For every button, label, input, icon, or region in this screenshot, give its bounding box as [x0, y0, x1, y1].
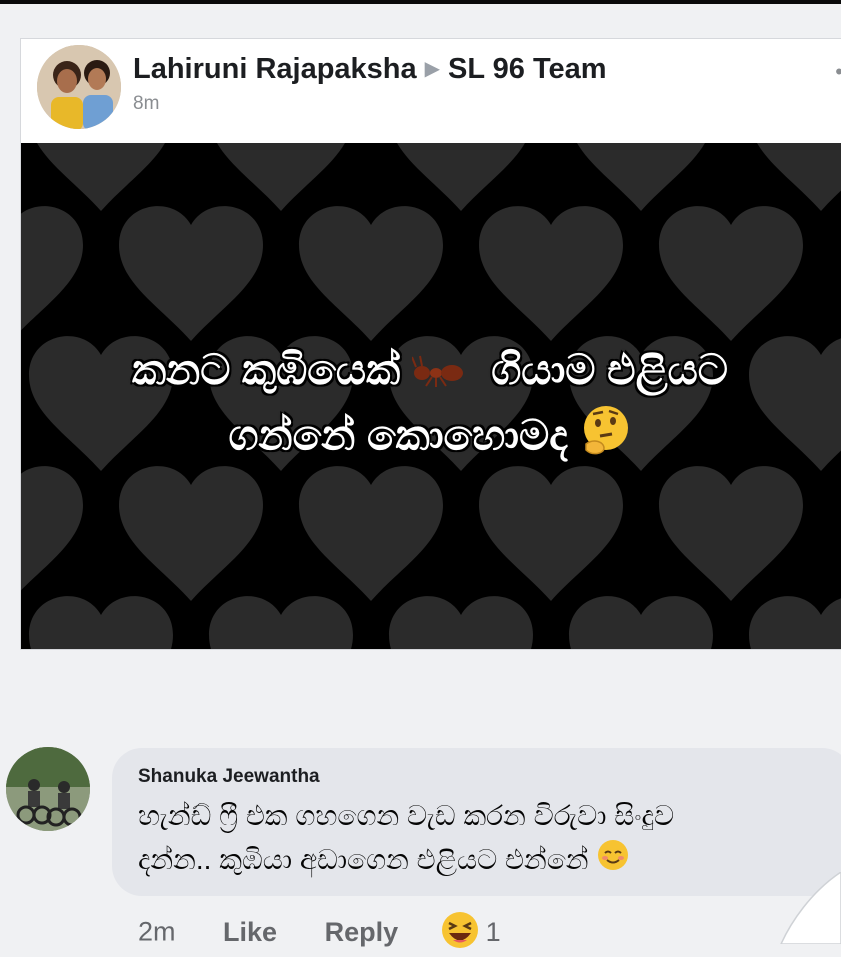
post-card: Lahiruni Rajapaksha ▶ SL 96 Team 8m • කනට … [20, 38, 841, 650]
ant-emoji-icon [410, 342, 468, 404]
post-text-line-1a: කනට කුඹියෙක් [131, 346, 401, 393]
thinking-face-icon [580, 404, 632, 473]
reaction-count: 1 [485, 916, 501, 947]
comment-timestamp[interactable]: 2m [138, 917, 176, 947]
post-author-name[interactable]: Lahiruni Rajapaksha [133, 53, 417, 85]
post-author-line: Lahiruni Rajapaksha ▶ SL 96 Team [133, 53, 607, 86]
comment-text: හැන්ඩ් ෆ්‍රී එක ගහගෙන වැඩ කරන විරුවා සිං… [138, 794, 828, 885]
post-text-line-1b: ගියාම එළියට [491, 346, 729, 393]
partial-overlay-shape [780, 872, 841, 944]
post-image-text: කනට කුඹියෙක් ගියාම එළියට ගන්නේ කොහොමද [21, 339, 839, 473]
post-image[interactable]: කනට කුඹියෙක් ගියාම එළියට ගන්නේ කොහොමද [21, 143, 841, 649]
post-group-name[interactable]: SL 96 Team [448, 53, 607, 85]
post-timestamp[interactable]: 8m [133, 93, 159, 115]
post-text-line-2: ගන්නේ කොහොමද [21, 404, 839, 473]
comment-text-line-2-wrap: දන්න.. කුඹියා අඩාගෙන එළියට එන්නේ [138, 838, 828, 885]
laughing-reaction-icon[interactable] [440, 910, 480, 957]
relieved-face-icon [596, 838, 630, 885]
share-arrow-icon: ▶ [424, 58, 441, 80]
comment-text-line-1: හැන්ඩ් ෆ්‍රී එක ගහගෙන වැඩ කරන විරුවා සිං… [138, 800, 675, 831]
reply-button[interactable]: Reply [325, 917, 399, 947]
author-avatar[interactable] [37, 45, 121, 129]
more-options-icon[interactable]: • [835, 59, 841, 85]
post-text-line-2-text: ගන්නේ කොහොමද [228, 411, 568, 459]
comment-author[interactable]: Shanuka Jeewantha [138, 766, 828, 788]
post-text-line-1: කනට කුඹියෙක් ගියාම එළියට [21, 339, 839, 404]
post-header: Lahiruni Rajapaksha ▶ SL 96 Team 8m • [21, 39, 841, 143]
top-border [0, 0, 841, 4]
comment-actions: 2m Like Reply 1 [138, 910, 501, 957]
comment-bubble: Shanuka Jeewantha හැන්ඩ් ෆ්‍රී එක ගහගෙන … [112, 748, 841, 896]
comment-text-line-2: දන්න.. කුඹියා අඩාගෙන එළියට එන්නේ [138, 844, 589, 875]
like-button[interactable]: Like [223, 917, 277, 947]
commenter-avatar[interactable] [6, 747, 90, 831]
